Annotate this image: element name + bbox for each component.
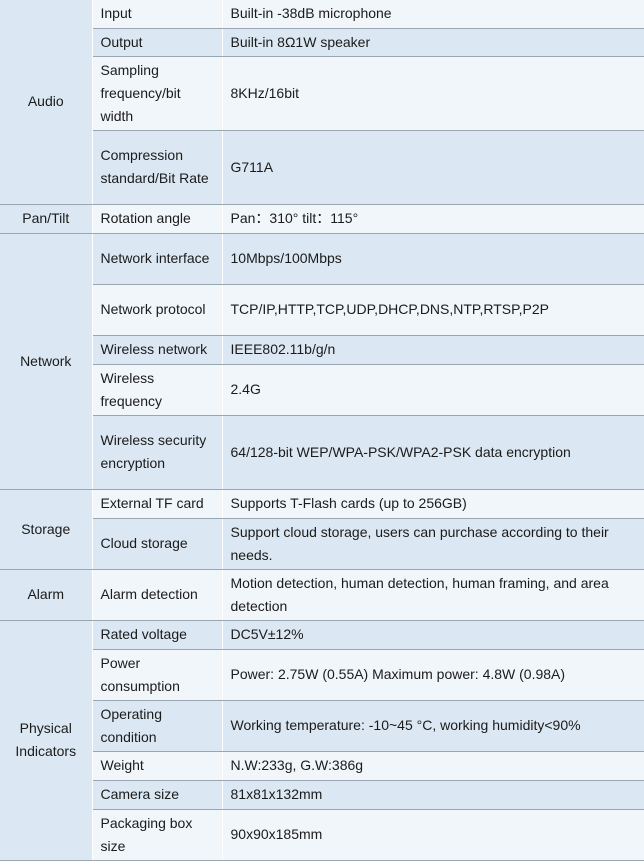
table-row: Pan/Tilt Rotation angle Pan：310° tilt：115°	[0, 204, 644, 234]
table-row: Wireless security encryption 64/128-bit W…	[0, 415, 644, 490]
category-cell: Pan/Tilt	[0, 204, 93, 234]
item-cell: Input	[92, 0, 223, 29]
table-row: Alarm Alarm detection Motion detection, hu…	[0, 569, 644, 621]
value-cell: 64/128-bit WEP/WPA-PSK/WPA2-PSK data enc…	[222, 415, 644, 490]
table-row: Compression standard/Bit Rate G711A	[0, 130, 644, 205]
table-row: Camera size 81x81x132mm	[0, 780, 644, 810]
item-cell: Camera size	[92, 780, 223, 810]
category-cell: Physical Indicators	[0, 620, 93, 861]
table-row: Network protocol TCP/IP,HTTP,TCP,UDP,DHCP…	[0, 284, 644, 336]
value-cell: Working temperature: -10~45 °C, working …	[222, 700, 644, 752]
table-row: Audio Input Built-in -38dB microphone	[0, 0, 644, 205]
spec-table: Audio Input Built-in -38dB microphone Outpu…	[0, 0, 644, 861]
item-cell: Operating condition	[92, 700, 223, 752]
item-cell: Wireless security encryption	[92, 415, 223, 490]
table-row: Physical Indicators Rated voltage DC5V±12%	[0, 620, 644, 861]
item-cell: Output	[92, 28, 223, 57]
table-row: Weight N.W:233g, G.W:386g	[0, 751, 644, 781]
table-row: Output Built-in 8Ω1W speaker	[0, 28, 644, 57]
item-cell: Power consumption	[92, 649, 223, 701]
value-cell: G711A	[222, 130, 644, 205]
value-cell: Power: 2.75W (0.55A) Maximum power: 4.8W…	[222, 649, 644, 701]
item-cell: Packaging box size	[92, 809, 223, 861]
table-row: Operating condition Working temperature: …	[0, 700, 644, 752]
value-cell: IEEE802.11b/g/n	[222, 335, 644, 365]
category-cell: Alarm	[0, 569, 93, 621]
category-cell: Network	[0, 233, 93, 490]
category-cell: Audio	[0, 0, 93, 205]
value-cell: DC5V±12%	[222, 620, 644, 650]
table-row: Wireless network IEEE802.11b/g/n	[0, 335, 644, 365]
item-cell: Wireless frequency	[92, 364, 223, 416]
item-cell: External TF card	[92, 489, 223, 519]
value-cell: Built-in -38dB microphone	[222, 0, 644, 29]
value-cell: Motion detection, human detection, human…	[222, 569, 644, 621]
table-row: Network Network interface 10Mbps/100Mbps	[0, 233, 644, 490]
item-cell: Sampling frequency/bit width	[92, 56, 223, 131]
value-cell: 8KHz/16bit	[222, 56, 644, 131]
item-cell: Rated voltage	[92, 620, 223, 650]
table-row: Sampling frequency/bit width 8KHz/16bit	[0, 56, 644, 131]
value-cell: Pan：310° tilt：115°	[222, 204, 644, 234]
item-cell: Weight	[92, 751, 223, 781]
value-cell: TCP/IP,HTTP,TCP,UDP,DHCP,DNS,NTP,RTSP,P2…	[222, 284, 644, 336]
value-cell: Support cloud storage, users can purchas…	[222, 518, 644, 570]
item-cell: Wireless network	[92, 335, 223, 365]
table-row: Wireless frequency 2.4G	[0, 364, 644, 416]
table-row: Power consumption Power: 2.75W (0.55A) Ma…	[0, 649, 644, 701]
item-cell: Network interface	[92, 233, 223, 285]
value-cell: 81x81x132mm	[222, 780, 644, 810]
value-cell: N.W:233g, G.W:386g	[222, 751, 644, 781]
item-cell: Rotation angle	[92, 204, 223, 234]
table-row: Packaging box size 90x90x185mm	[0, 809, 644, 861]
value-cell: Built-in 8Ω1W speaker	[222, 28, 644, 57]
item-cell: Compression standard/Bit Rate	[92, 130, 223, 205]
spec-table-body: Audio Input Built-in -38dB microphone Outpu…	[0, 0, 644, 861]
category-cell: Storage	[0, 489, 93, 570]
table-row: Cloud storage Support cloud storage, user…	[0, 518, 644, 570]
value-cell: 10Mbps/100Mbps	[222, 233, 644, 285]
item-cell: Cloud storage	[92, 518, 223, 570]
value-cell: 2.4G	[222, 364, 644, 416]
item-cell: Network protocol	[92, 284, 223, 336]
table-row: Storage External TF card Supports T-Flash …	[0, 489, 644, 570]
value-cell: Supports T-Flash cards (up to 256GB)	[222, 489, 644, 519]
item-cell: Alarm detection	[92, 569, 223, 621]
value-cell: 90x90x185mm	[222, 809, 644, 861]
